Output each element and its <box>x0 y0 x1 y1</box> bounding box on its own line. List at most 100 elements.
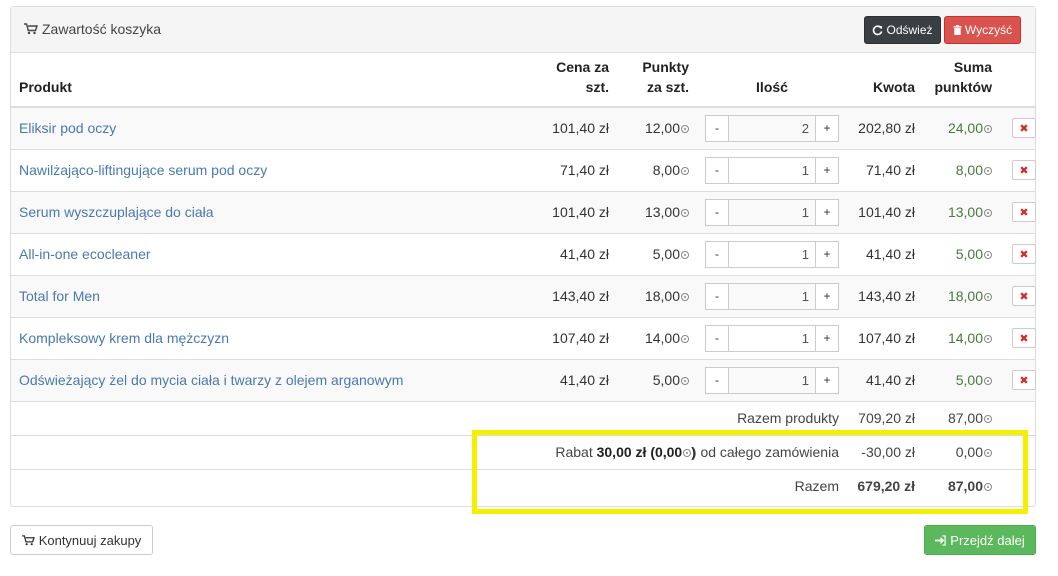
points-icon <box>984 293 992 301</box>
line-amount: 71,40 zł <box>865 162 915 178</box>
increase-qty-button[interactable]: + <box>815 282 839 310</box>
quantity-stepper: -1 + <box>705 198 839 226</box>
close-icon: ✖ <box>1019 332 1029 345</box>
products-total-label: Razem produkty <box>737 410 839 426</box>
quantity-input[interactable]: 1 <box>729 198 815 226</box>
remove-item-button[interactable]: ✖ <box>1012 244 1036 264</box>
unit-price: 41,40 zł <box>559 246 609 262</box>
col-points: Punkty za szt. <box>642 59 689 95</box>
increase-qty-button[interactable]: + <box>815 156 839 184</box>
quantity-input[interactable]: 1 <box>729 282 815 310</box>
clear-cart-button[interactable]: Wyczyść <box>944 16 1021 44</box>
cart-icon <box>24 23 38 35</box>
table-row: Odświeżający żel do mycia ciała i twarzy… <box>11 359 1036 401</box>
close-icon: ✖ <box>1019 290 1029 303</box>
unit-points: 8,00 <box>617 149 697 191</box>
points-icon <box>681 377 689 385</box>
points-icon <box>984 377 992 385</box>
increase-qty-button[interactable]: + <box>815 240 839 268</box>
close-icon: ✖ <box>1019 164 1029 177</box>
table-row: All-in-one ecocleaner 41,40 zł 5,00-1 +41,4… <box>11 233 1036 275</box>
cart-panel-heading: Zawartość koszyka Odśwież Wyczyść <box>11 7 1035 53</box>
quantity-input[interactable]: 1 <box>729 366 815 394</box>
points-icon <box>681 209 689 217</box>
increase-qty-button[interactable]: + <box>815 324 839 352</box>
clear-label: Wyczyść <box>964 23 1013 37</box>
line-points: 8,00 <box>923 149 1000 191</box>
discount-row: Rabat 30,00 zł (0,00)) od całego zamówie… <box>11 435 1035 469</box>
close-icon: ✖ <box>1019 206 1029 219</box>
quantity-input[interactable]: 2 <box>729 114 815 142</box>
points-icon <box>681 293 689 301</box>
remove-item-button[interactable]: ✖ <box>1012 286 1036 306</box>
refresh-button[interactable]: Odśwież <box>864 16 941 44</box>
remove-item-button[interactable]: ✖ <box>1012 118 1036 139</box>
quantity-stepper: -1 + <box>705 156 839 184</box>
decrease-qty-button[interactable]: - <box>705 114 729 142</box>
decrease-qty-button[interactable]: - <box>705 156 729 184</box>
col-price: Cena za szt. <box>556 59 609 95</box>
quantity-input[interactable]: 1 <box>729 156 815 184</box>
refresh-icon <box>873 24 883 35</box>
continue-shopping-button[interactable]: Kontynuuj zakupy <box>10 525 153 555</box>
table-row: Kompleksowy krem dla mężczyzn 107,40 zł 14… <box>11 317 1036 359</box>
line-points: 13,00 <box>923 191 1000 233</box>
points-icon <box>681 125 689 134</box>
remove-item-button[interactable]: ✖ <box>1012 328 1036 348</box>
grand-total-label: Razem <box>794 478 839 495</box>
decrease-qty-button[interactable]: - <box>705 198 729 226</box>
proceed-button[interactable]: Przejdź dalej <box>924 525 1036 555</box>
continue-label: Kontynuuj zakupy <box>38 532 142 548</box>
unit-price: 101,40 zł <box>552 204 609 220</box>
remove-item-button[interactable]: ✖ <box>1012 160 1036 180</box>
quantity-stepper: -2 + <box>705 114 839 142</box>
product-link[interactable]: Serum wyszczuplające do ciała <box>19 204 214 220</box>
increase-qty-button[interactable]: + <box>815 198 839 226</box>
remove-item-button[interactable]: ✖ <box>1012 370 1036 390</box>
table-row: Nawilżająco-liftingujące serum pod oczy 7… <box>11 149 1036 191</box>
line-amount: 41,40 zł <box>865 372 915 388</box>
product-link[interactable]: Total for Men <box>19 288 100 304</box>
table-row: Total for Men 143,40 zł 18,00-1 +143,40 zł 1… <box>11 275 1036 317</box>
products-total-points: 87,00 <box>923 401 1000 435</box>
decrease-qty-button[interactable]: - <box>705 282 729 310</box>
remove-item-button[interactable]: ✖ <box>1012 202 1036 222</box>
product-link[interactable]: All-in-one ecocleaner <box>19 246 151 262</box>
quantity-input[interactable]: 1 <box>729 324 815 352</box>
product-link[interactable]: Odświeżający żel do mycia ciała i twarzy… <box>19 372 403 388</box>
points-icon <box>681 251 689 259</box>
points-icon <box>984 167 992 175</box>
decrease-qty-button[interactable]: - <box>705 240 729 268</box>
col-sum-points: Suma punktów <box>934 59 992 95</box>
line-points: 24,00 <box>923 107 1000 149</box>
product-link[interactable]: Nawilżająco-liftingujące serum pod oczy <box>19 162 267 178</box>
discount-points: 0,00 <box>923 435 1000 469</box>
increase-qty-button[interactable]: + <box>815 114 839 142</box>
points-icon <box>984 415 992 423</box>
sign-in-icon <box>935 534 946 546</box>
grand-total-points: 87,00 <box>923 469 1000 503</box>
product-link[interactable]: Kompleksowy krem dla mężczyzn <box>19 330 229 346</box>
line-points: 5,00 <box>923 233 1000 275</box>
points-icon <box>681 335 689 343</box>
quantity-stepper: -1 + <box>705 282 839 310</box>
decrease-qty-button[interactable]: - <box>705 324 729 352</box>
col-actions <box>1000 53 1035 107</box>
products-total-row: Razem produkty 709,20 zł 87,00 <box>11 401 1035 435</box>
points-icon <box>984 483 992 492</box>
line-amount: 202,80 zł <box>858 120 915 137</box>
quantity-input[interactable]: 1 <box>729 240 815 268</box>
unit-points: 5,00 <box>617 233 697 275</box>
quantity-stepper: -1 + <box>705 240 839 268</box>
points-icon <box>984 335 992 343</box>
increase-qty-button[interactable]: + <box>815 366 839 394</box>
cart-icon <box>21 534 35 545</box>
decrease-qty-button[interactable]: - <box>705 366 729 394</box>
line-points: 14,00 <box>923 317 1000 359</box>
trash-icon <box>953 25 962 35</box>
close-icon: ✖ <box>1019 374 1029 387</box>
line-amount: 143,40 zł <box>858 288 915 304</box>
line-points: 5,00 <box>923 359 1000 401</box>
product-link[interactable]: Eliksir pod oczy <box>19 120 116 136</box>
points-icon <box>984 449 992 457</box>
